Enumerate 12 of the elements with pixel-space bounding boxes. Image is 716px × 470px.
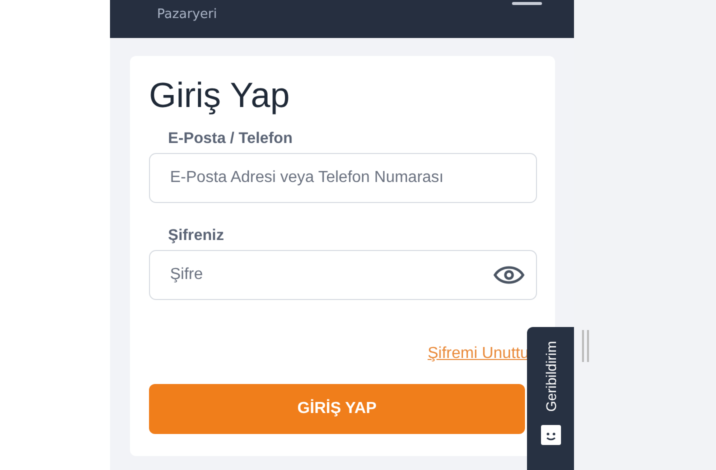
resize-handle[interactable] bbox=[582, 330, 589, 362]
password-field[interactable]: Şifre bbox=[149, 250, 537, 300]
field-label: Şifreniz bbox=[168, 227, 225, 245]
field-label: E-Posta / Telefon bbox=[168, 130, 294, 148]
eye-icon[interactable] bbox=[493, 264, 525, 286]
chat-face-icon bbox=[540, 424, 562, 446]
menu-icon[interactable] bbox=[512, 2, 542, 5]
brand-subtitle: Pazaryeri bbox=[157, 7, 218, 22]
feedback-tab[interactable]: Geribildirim bbox=[527, 327, 574, 470]
page-title: Giriş Yap bbox=[149, 76, 291, 116]
input-field[interactable]: E-Posta Adresi veya Telefon Numarası bbox=[149, 153, 537, 203]
login-button[interactable]: GİRİŞ YAP bbox=[149, 384, 525, 434]
